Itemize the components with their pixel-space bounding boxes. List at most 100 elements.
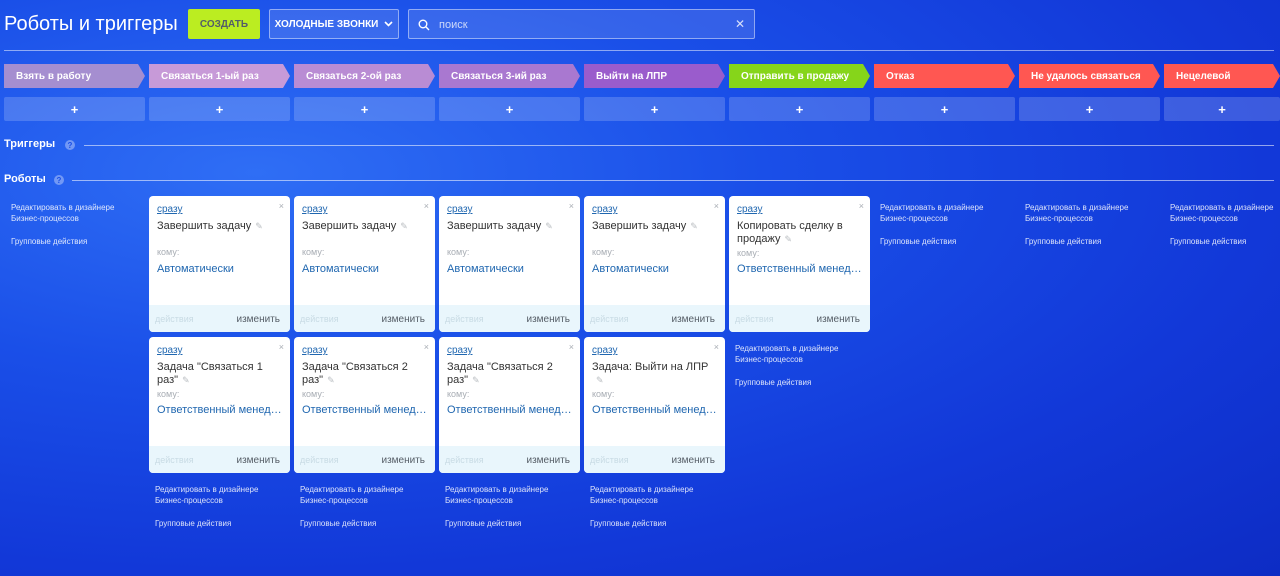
- edit-in-designer-link[interactable]: Редактировать в дизайнере Бизнес-процесс…: [735, 343, 847, 365]
- robot-responsible[interactable]: Автоматически: [447, 263, 573, 275]
- robot-card[interactable]: сразу × Задача: Выйти на ЛПР✎ кому: Ответств…: [584, 337, 725, 473]
- add-trigger-button[interactable]: +: [1164, 97, 1280, 121]
- robot-responsible[interactable]: Ответственный менеджер: [302, 404, 428, 416]
- robots-help-icon[interactable]: ?: [54, 175, 64, 185]
- robot-delay-link[interactable]: сразу: [447, 345, 472, 356]
- edit-in-designer-link[interactable]: Редактировать в дизайнере Бизнес-процесс…: [445, 484, 557, 506]
- close-icon[interactable]: ×: [714, 201, 719, 211]
- robot-card[interactable]: сразу × Завершить задачу ✎ кому: Автоматическ…: [439, 196, 580, 332]
- robot-responsible[interactable]: Автоматически: [592, 263, 718, 275]
- add-trigger-button[interactable]: +: [729, 97, 870, 121]
- close-icon[interactable]: ×: [714, 342, 719, 352]
- edit-in-designer-link[interactable]: Редактировать в дизайнере Бизнес-процесс…: [1170, 202, 1280, 224]
- search-input[interactable]: [439, 16, 729, 33]
- add-trigger-button[interactable]: +: [874, 97, 1015, 121]
- edit-in-designer-link[interactable]: Редактировать в дизайнере Бизнес-процесс…: [880, 202, 992, 224]
- pencil-icon[interactable]: ✎: [690, 220, 698, 233]
- create-button[interactable]: СОЗДАТЬ: [188, 9, 260, 39]
- close-icon[interactable]: ×: [569, 201, 574, 211]
- robot-responsible[interactable]: Ответственный менеджер: [592, 404, 718, 416]
- robot-title-text: Завершить задачу: [157, 220, 252, 232]
- add-trigger-button[interactable]: +: [439, 97, 580, 121]
- pencil-icon[interactable]: ✎: [400, 220, 408, 233]
- robot-card[interactable]: сразу × Задача "Связаться 2 раз" ✎ кому: Отве…: [439, 337, 580, 473]
- robot-card[interactable]: сразу × Завершить задачу ✎ кому: Автоматическ…: [584, 196, 725, 332]
- robot-delay-link[interactable]: сразу: [592, 204, 617, 215]
- stage-3[interactable]: Связаться 2-ой раз: [294, 64, 435, 88]
- robot-delay-link[interactable]: сразу: [157, 345, 182, 356]
- add-trigger-button[interactable]: +: [584, 97, 725, 121]
- add-trigger-button[interactable]: +: [294, 97, 435, 121]
- edit-in-designer-link[interactable]: Редактировать в дизайнере Бизнес-процесс…: [1025, 202, 1137, 224]
- stage-5[interactable]: Выйти на ЛПР: [584, 64, 725, 88]
- robot-responsible[interactable]: Автоматически: [157, 263, 283, 275]
- category-dropdown[interactable]: ХОЛОДНЫЕ ЗВОНКИ: [269, 9, 399, 39]
- clear-search-icon[interactable]: ✕: [735, 17, 745, 31]
- robot-edit-link[interactable]: изменить: [381, 314, 425, 325]
- robot-edit-link[interactable]: изменить: [816, 314, 860, 325]
- close-icon[interactable]: ×: [569, 342, 574, 352]
- edit-in-designer-link[interactable]: Редактировать в дизайнере Бизнес-процесс…: [300, 484, 412, 506]
- edit-in-designer-link[interactable]: Редактировать в дизайнере Бизнес-процесс…: [590, 484, 702, 506]
- robot-delay-link[interactable]: сразу: [157, 204, 182, 215]
- robot-responsible[interactable]: Ответственный менеджер: [737, 263, 863, 275]
- robot-delay-link[interactable]: сразу: [737, 204, 762, 215]
- robot-responsible[interactable]: Ответственный менеджер: [157, 404, 283, 416]
- group-actions-link[interactable]: Групповые действия: [1170, 236, 1280, 247]
- group-actions-link[interactable]: Групповые действия: [1025, 236, 1137, 247]
- robot-edit-link[interactable]: изменить: [671, 455, 715, 466]
- robot-edit-link[interactable]: изменить: [381, 455, 425, 466]
- robot-edit-link[interactable]: изменить: [236, 455, 280, 466]
- robot-edit-link[interactable]: изменить: [236, 314, 280, 325]
- robot-delay-link[interactable]: сразу: [592, 345, 617, 356]
- robot-edit-link[interactable]: изменить: [671, 314, 715, 325]
- edit-in-designer-link[interactable]: Редактировать в дизайнере Бизнес-процесс…: [155, 484, 267, 506]
- group-actions-link[interactable]: Групповые действия: [300, 518, 412, 529]
- robot-card-footer: действия изменить: [439, 446, 580, 473]
- group-actions-link[interactable]: Групповые действия: [155, 518, 267, 529]
- group-actions-link[interactable]: Групповые действия: [590, 518, 702, 529]
- group-actions-link[interactable]: Групповые действия: [735, 377, 847, 388]
- stage-1[interactable]: Взять в работу: [4, 64, 145, 88]
- stage-4[interactable]: Связаться 3-ий раз: [439, 64, 580, 88]
- pencil-icon[interactable]: ✎: [545, 220, 553, 233]
- robot-card[interactable]: сразу × Копировать сделку в продажу ✎ кому: О…: [729, 196, 870, 332]
- pencil-icon[interactable]: ✎: [255, 220, 263, 233]
- pencil-icon[interactable]: ✎: [784, 233, 792, 246]
- group-actions-link[interactable]: Групповые действия: [880, 236, 992, 247]
- pencil-icon[interactable]: ✎: [182, 374, 190, 387]
- group-actions-link[interactable]: Групповые действия: [11, 236, 123, 247]
- robot-card[interactable]: сразу × Задача "Связаться 1 раз" ✎ кому: Отве…: [149, 337, 290, 473]
- stage-8[interactable]: Не удалось связаться: [1019, 64, 1160, 88]
- robot-column-links: Редактировать в дизайнере Бизнес-процесс…: [445, 484, 557, 529]
- robot-delay-link[interactable]: сразу: [302, 345, 327, 356]
- add-trigger-button[interactable]: +: [149, 97, 290, 121]
- robot-card[interactable]: сразу × Задача "Связаться 2 раз" ✎ кому: Отве…: [294, 337, 435, 473]
- group-actions-link[interactable]: Групповые действия: [445, 518, 557, 529]
- pencil-icon[interactable]: ✎: [327, 374, 335, 387]
- robot-responsible[interactable]: Автоматически: [302, 263, 428, 275]
- close-icon[interactable]: ×: [279, 342, 284, 352]
- stage-2[interactable]: Связаться 1-ый раз: [149, 64, 290, 88]
- triggers-help-icon[interactable]: ?: [65, 140, 75, 150]
- robot-actions-link: действия: [155, 455, 194, 465]
- pencil-icon[interactable]: ✎: [472, 374, 480, 387]
- robot-edit-link[interactable]: изменить: [526, 314, 570, 325]
- robot-delay-link[interactable]: сразу: [302, 204, 327, 215]
- close-icon[interactable]: ×: [424, 342, 429, 352]
- robot-edit-link[interactable]: изменить: [526, 455, 570, 466]
- close-icon[interactable]: ×: [279, 201, 284, 211]
- robot-card[interactable]: сразу × Завершить задачу ✎ кому: Автоматическ…: [149, 196, 290, 332]
- add-trigger-button[interactable]: +: [1019, 97, 1160, 121]
- robot-delay-link[interactable]: сразу: [447, 204, 472, 215]
- robot-card[interactable]: сразу × Завершить задачу ✎ кому: Автоматическ…: [294, 196, 435, 332]
- stage-9[interactable]: Нецелевой: [1164, 64, 1280, 88]
- close-icon[interactable]: ×: [859, 201, 864, 211]
- stage-6[interactable]: Отправить в продажу: [729, 64, 870, 88]
- stage-7[interactable]: Отказ: [874, 64, 1015, 88]
- pencil-icon[interactable]: ✎: [596, 374, 604, 387]
- close-icon[interactable]: ×: [424, 201, 429, 211]
- robot-responsible[interactable]: Ответственный менеджер: [447, 404, 573, 416]
- add-trigger-button[interactable]: +: [4, 97, 145, 121]
- edit-in-designer-link[interactable]: Редактировать в дизайнере Бизнес-процесс…: [11, 202, 123, 224]
